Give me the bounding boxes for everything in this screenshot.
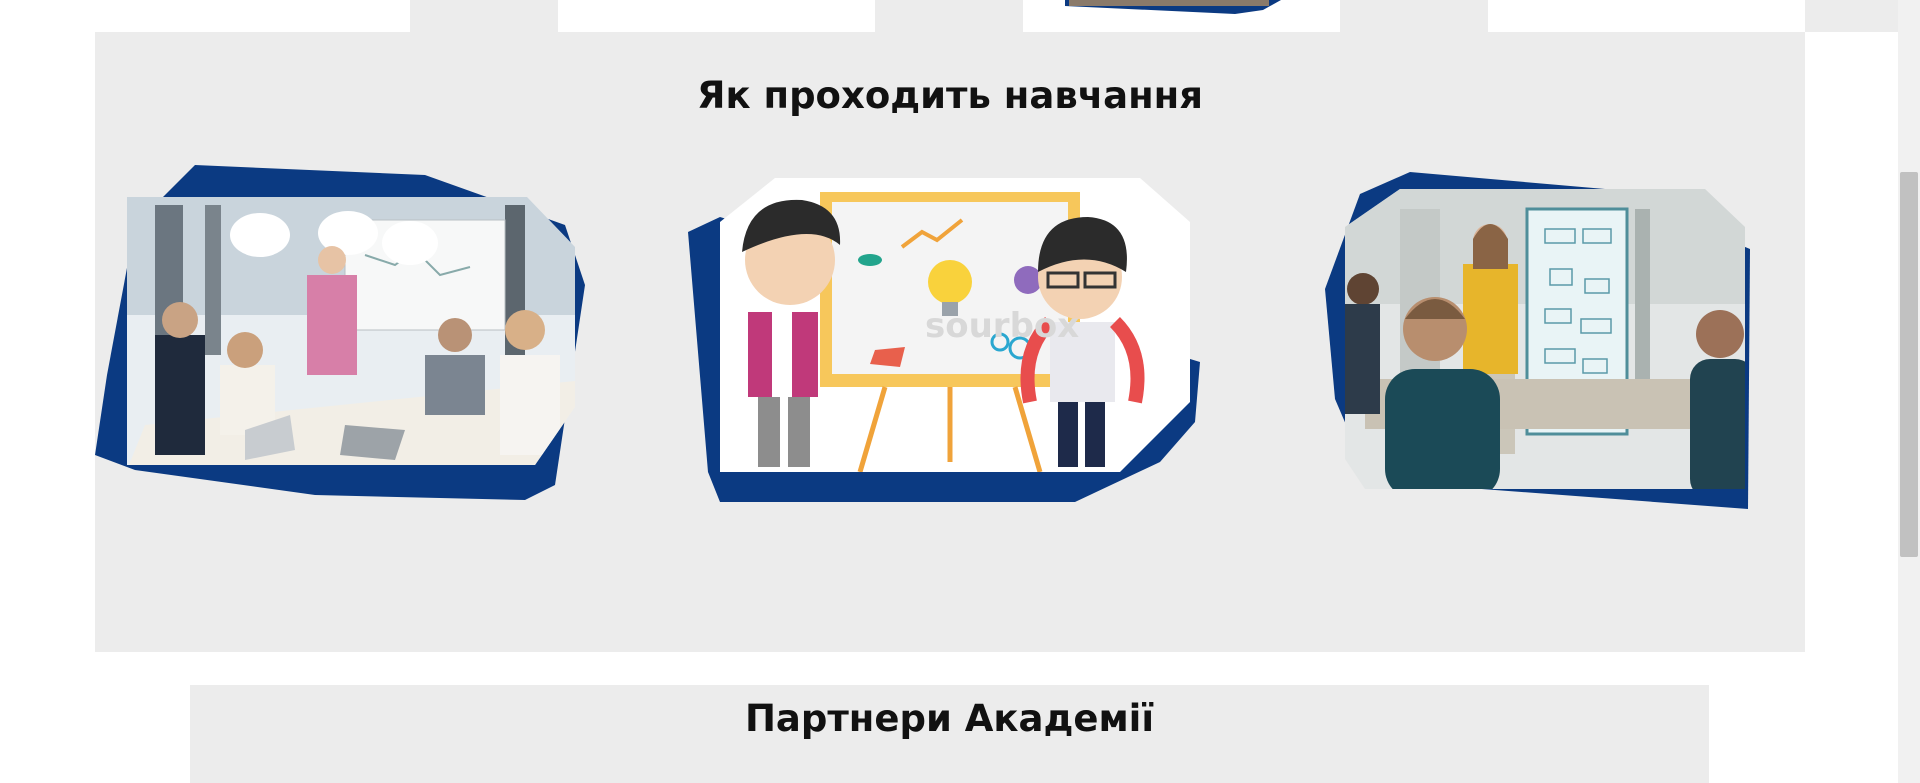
how-learning-image-3	[1305, 169, 1785, 519]
previous-card-image-fragment	[1065, 0, 1281, 14]
partners-section: Партнери Академії	[190, 685, 1709, 783]
meeting-photo-icon	[95, 165, 585, 500]
image-watermark: sourbox	[925, 306, 1079, 346]
how-learning-title: Як проходить навчання	[697, 74, 1203, 117]
previous-card-1	[0, 0, 410, 32]
cartoon-presentation-icon: sourbox	[688, 178, 1200, 502]
meeting-photo-icon	[1325, 172, 1750, 509]
how-learning-image-1	[95, 165, 595, 515]
previous-card-3	[1023, 0, 1340, 32]
previous-card-2	[558, 0, 875, 32]
partners-title: Партнери Академії	[744, 697, 1155, 740]
previous-card-4	[1488, 0, 1805, 32]
how-learning-image-2: sourbox	[680, 172, 1210, 512]
page-scrollbar-thumb[interactable]	[1900, 172, 1918, 557]
how-learning-section: Як проходить навчання sourbox	[95, 32, 1805, 652]
